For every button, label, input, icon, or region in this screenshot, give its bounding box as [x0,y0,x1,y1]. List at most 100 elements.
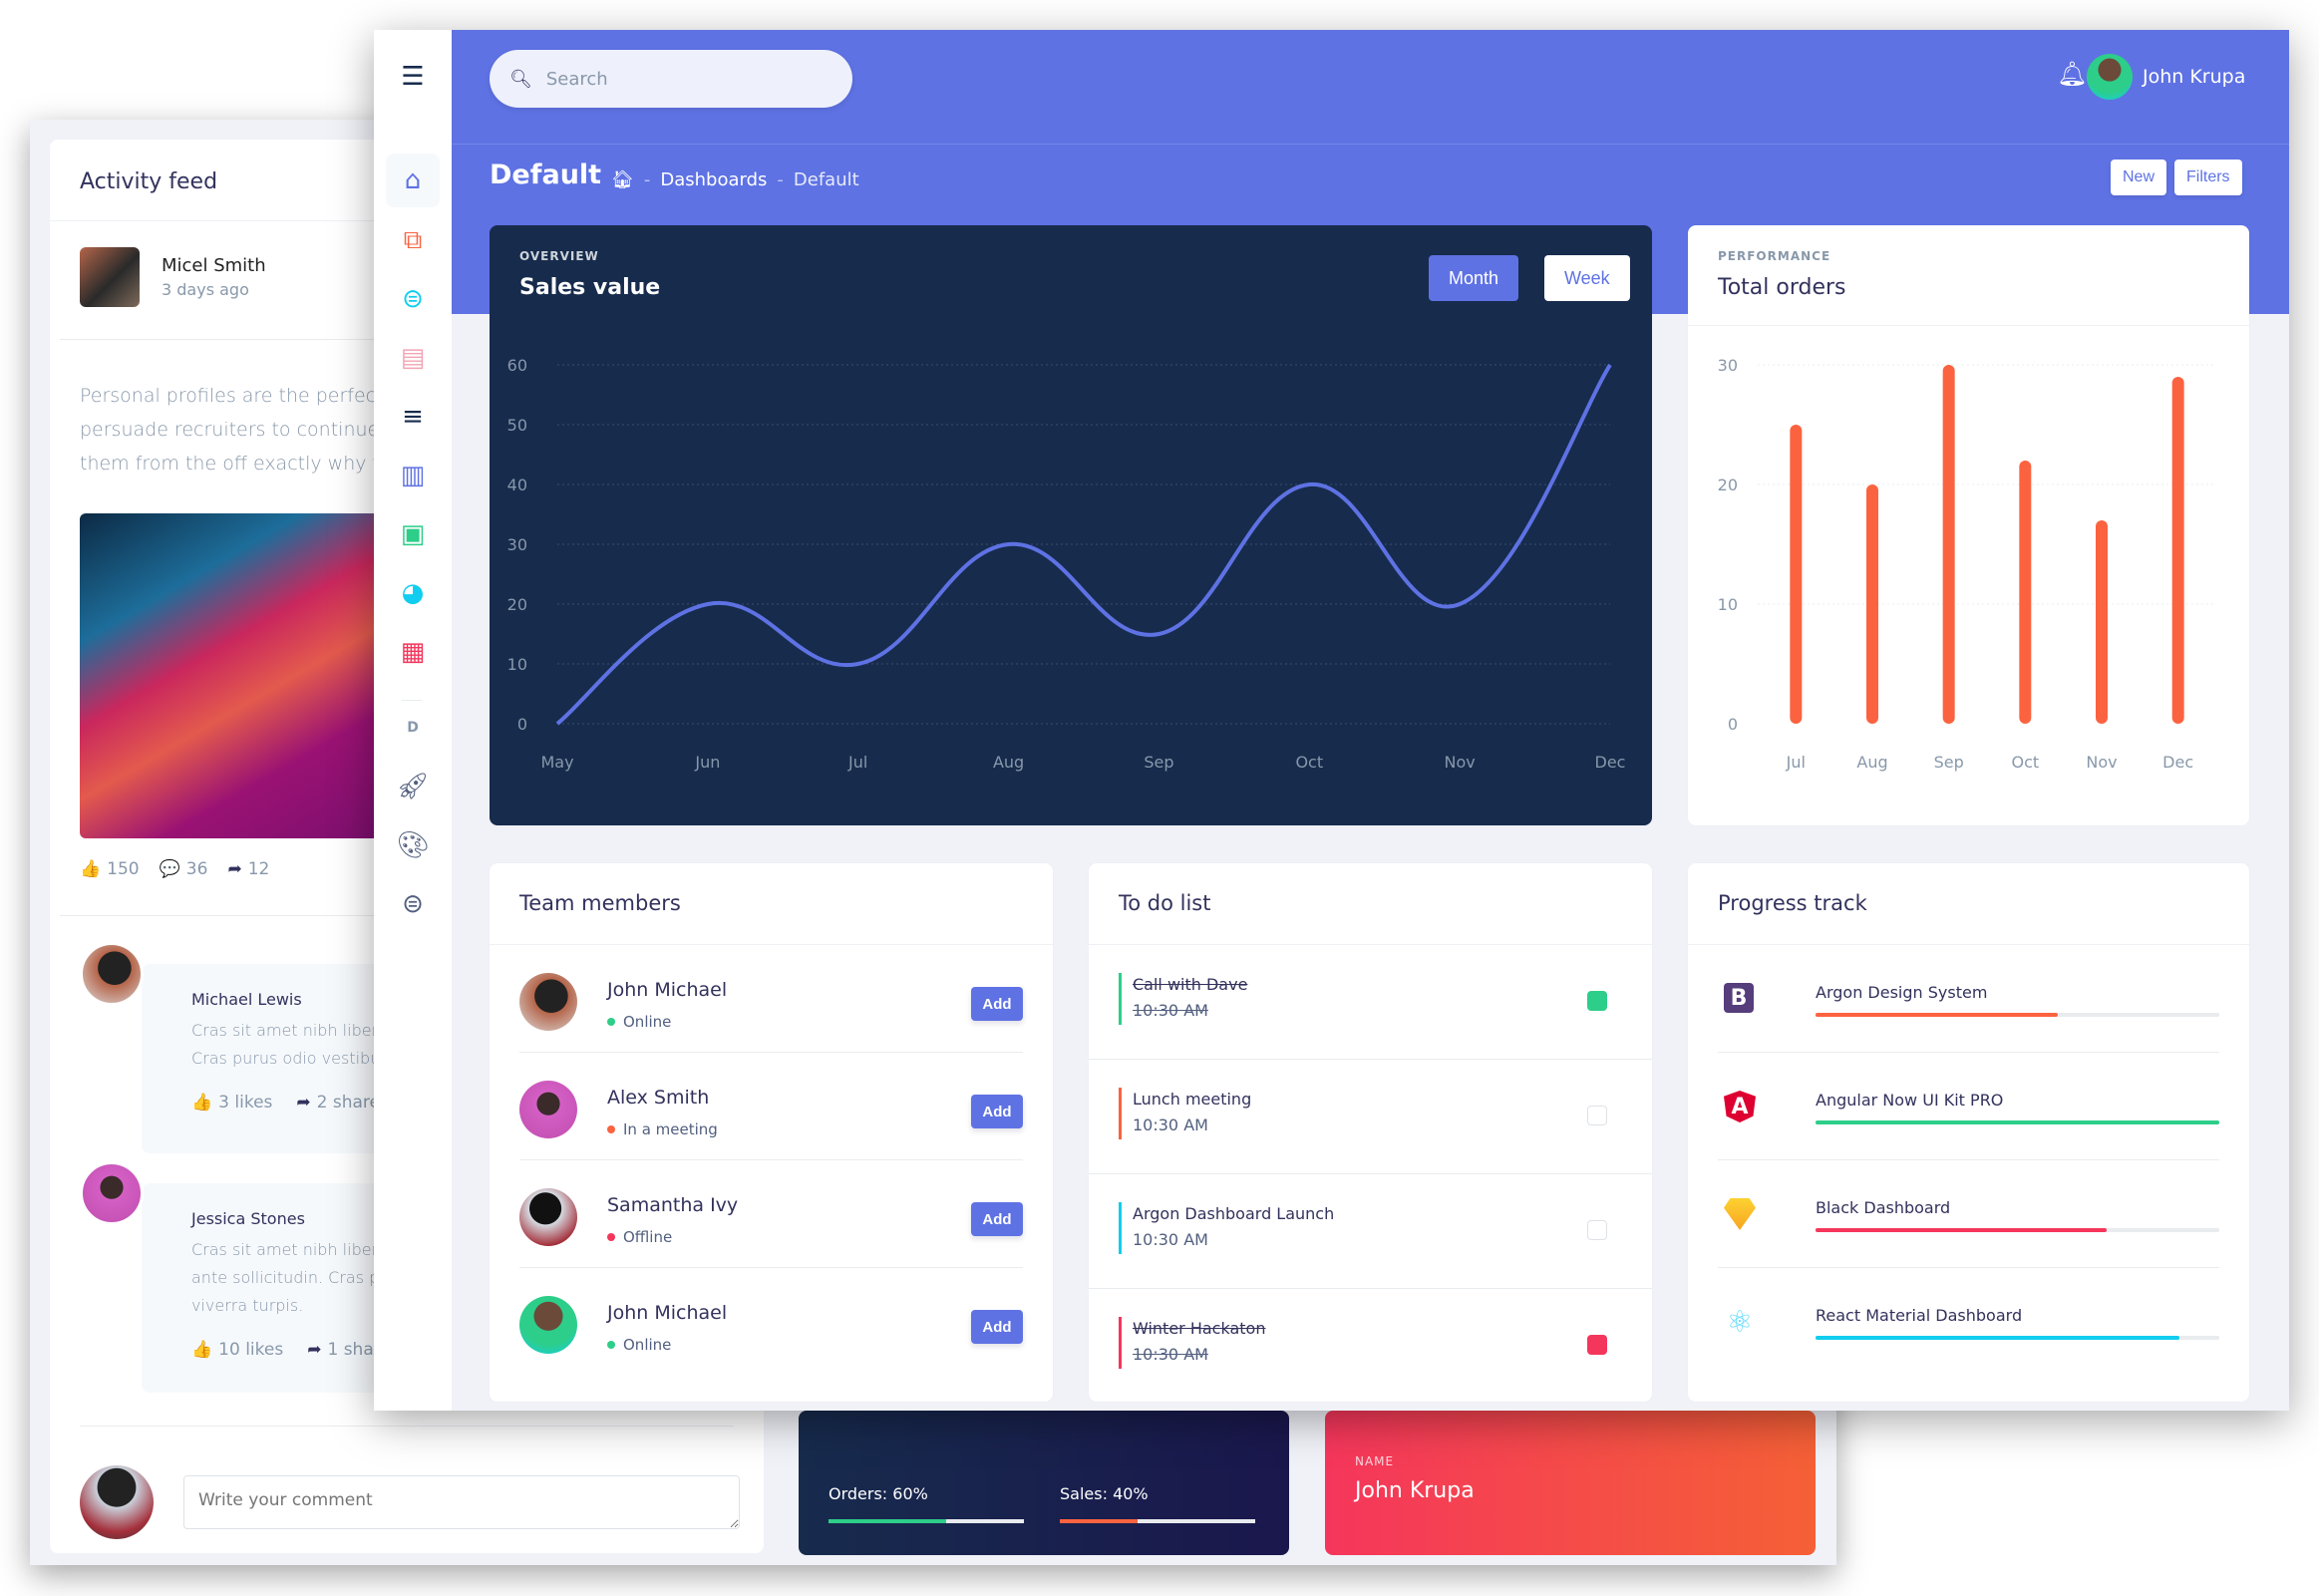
todo-time: 10:30 AM [1133,1230,1208,1249]
likes-stat[interactable]: 👍 150 [80,859,140,879]
menu-icon[interactable]: ☰ [386,50,440,104]
shop-icon[interactable]: ⌂ [386,154,440,207]
palette-icon[interactable]: 🎨︎ [386,818,440,872]
member-name[interactable]: Alex Smith [607,1087,709,1109]
month-toggle[interactable]: Month [1429,255,1519,301]
card-title: Progress track [1688,863,2249,945]
add-member-button[interactable]: Add [971,987,1023,1021]
project-name[interactable]: Argon Design System [1816,983,1987,1002]
progress-track-card: Progress track B Argon Design System A A… [1688,863,2249,1402]
project-name[interactable]: React Material Dashboard [1816,1306,2022,1325]
angular-icon: A [1724,1091,1756,1122]
card-divider [1688,325,2249,326]
y-tick-label: 20 [1718,476,1738,494]
avatar[interactable] [80,1161,144,1225]
x-tick-label: Nov [1445,753,1476,772]
project-name[interactable]: Black Dashboard [1816,1198,1950,1217]
member-status: Online [607,1336,671,1354]
breadcrumb: 🏠︎ - Dashboards - Default [611,169,859,190]
bell-icon[interactable]: 🔔︎ [2057,60,2087,88]
todo-list-card: To do list Call with Dave 10:30 AM Lunch… [1089,863,1652,1402]
docs-icon[interactable]: ▤ [386,331,440,385]
todo-accent [1119,1317,1122,1369]
search-icon: 🔍︎ [509,68,532,90]
y-tick-label: 0 [1728,715,1738,734]
week-toggle[interactable]: Week [1544,255,1630,301]
avatar[interactable] [519,1188,577,1246]
author-name[interactable]: Micel Smith [162,255,266,276]
sales-label: Sales: 40% [1060,1484,1149,1503]
progress-bar [1816,1013,2219,1017]
search-input[interactable]: Search [546,69,608,90]
comments-stat[interactable]: 💬 36 [160,859,208,879]
member-name[interactable]: John Michael [607,979,727,1001]
todo-item: Winter Hackaton 10:30 AM [1089,1289,1652,1402]
comment-likes[interactable]: 👍 3 likes [191,1093,272,1113]
pie-chart-icon[interactable]: ◕ [386,566,440,620]
progress-bar [1816,1228,2219,1232]
progress-bar-fill [1816,1013,2058,1017]
member-status: Online [607,1013,671,1031]
map-icon[interactable]: ▥ [386,449,440,502]
member-name[interactable]: John Michael [607,1302,727,1324]
todo-time: 10:30 AM [1133,1001,1208,1020]
progress-item: A Angular Now UI Kit PRO [1718,1053,2219,1160]
toggles-icon[interactable]: ⊜ [386,272,440,326]
avatar[interactable] [80,247,140,307]
filters-button[interactable]: Filters [2174,160,2242,195]
bar [2019,461,2032,724]
add-member-button[interactable]: Add [971,1095,1023,1128]
team-member-row: Samantha Ivy Offline Add [519,1160,1023,1268]
orders-bar-chart: 0 10 20 30 Jul Aug Sep Oct Nov Dec [1718,356,2216,772]
calendar-icon[interactable]: ▦ [386,625,440,679]
add-member-button[interactable]: Add [971,1202,1023,1236]
breadcrumb-dashboards[interactable]: Dashboards [660,169,767,190]
todo-time: 10:30 AM [1133,1345,1208,1364]
archive-icon[interactable]: ▣ [386,507,440,561]
todo-item: Argon Dashboard Launch 10:30 AM [1089,1174,1652,1289]
y-tick-label: 30 [1718,356,1738,375]
layers-icon[interactable]: ⧉ [386,213,440,267]
add-member-button[interactable]: Add [971,1310,1023,1344]
todo-accent [1119,1088,1122,1139]
sketch-icon [1724,1198,1756,1230]
project-name[interactable]: Angular Now UI Kit PRO [1816,1091,2003,1110]
comment-likes[interactable]: 👍 10 likes [191,1340,283,1360]
new-button[interactable]: New [2111,160,2167,195]
rocket-icon[interactable]: 🚀︎ [386,760,440,813]
sales-bar [1060,1519,1255,1523]
todo-title: Winter Hackaton [1133,1319,1266,1338]
x-tick-label: Nov [2086,753,2117,772]
align-left-icon[interactable]: ≡ [386,390,440,444]
todo-checkbox[interactable] [1587,991,1607,1011]
todo-checkbox[interactable] [1587,1220,1607,1240]
x-tick-label: Oct [2011,753,2039,772]
team-member-row: John Michael Online Add [519,945,1023,1053]
avatar [80,1465,154,1539]
user-menu[interactable]: John Krupa [2087,54,2245,100]
todo-checkbox[interactable] [1587,1335,1607,1355]
ui-toggles-icon[interactable]: ⊜ [386,877,440,931]
home-icon[interactable]: 🏠︎ [611,169,634,190]
todo-time: 10:30 AM [1133,1116,1208,1134]
search-bar[interactable]: 🔍︎ Search [490,50,852,108]
orders-progress: Orders: 60% [828,1484,1024,1523]
shares-stat[interactable]: ➦ 12 [227,859,269,879]
orders-label: Orders: 60% [828,1484,928,1503]
status-dot [607,1341,615,1349]
avatar[interactable] [519,973,577,1031]
bar [1790,425,1803,724]
sales-progress: Sales: 40% [1060,1484,1255,1523]
todo-checkbox[interactable] [1587,1106,1607,1125]
avatar[interactable] [80,942,144,1006]
avatar[interactable] [519,1081,577,1138]
breadcrumb-current: Default [793,169,859,190]
team-member-row: John Michael Online Add [519,1268,1023,1376]
comment-input[interactable] [183,1475,740,1529]
todo-item: Call with Dave 10:30 AM [1089,945,1652,1060]
divider [80,1426,734,1427]
avatar[interactable] [519,1296,577,1354]
progress-bar-fill [1816,1336,2179,1340]
member-name[interactable]: Samantha Ivy [607,1194,738,1216]
card-eyebrow: OVERVIEW [519,249,599,263]
